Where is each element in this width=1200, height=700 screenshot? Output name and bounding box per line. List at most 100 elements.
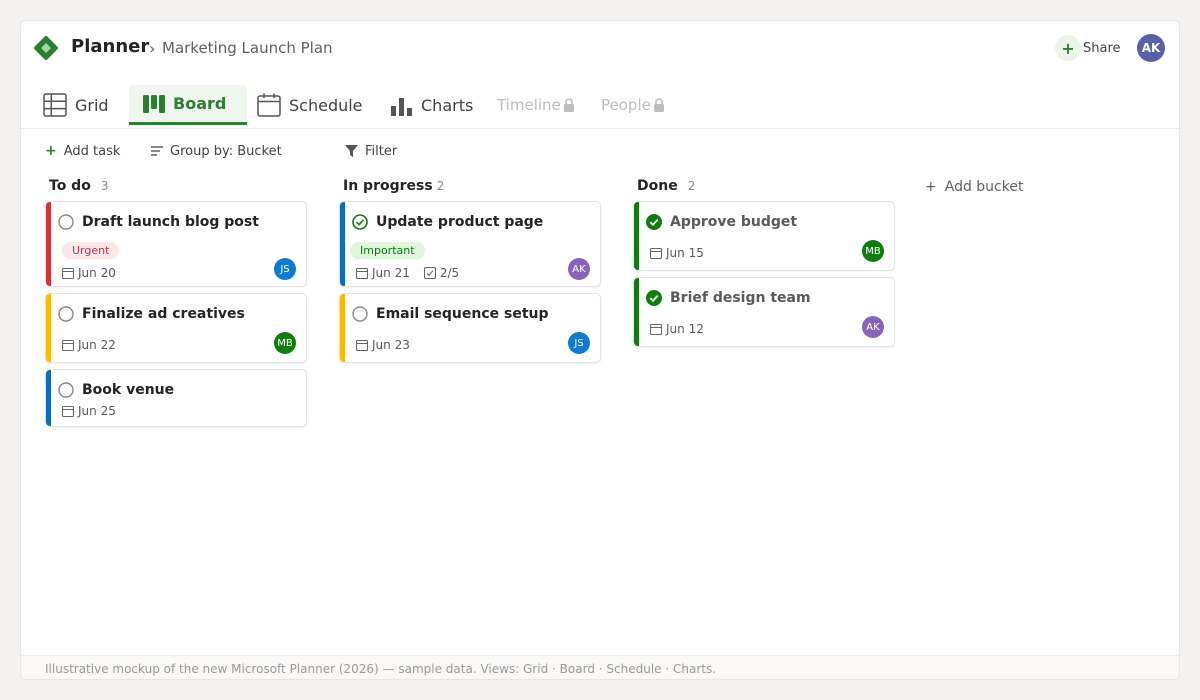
add-task-label: Add task: [63, 143, 121, 159]
planner-app: Planner › Marketing Launch Plan + Share …: [20, 20, 1180, 680]
task-card[interactable]: Draft launch blog post Urgent Jun 20 JS: [45, 201, 307, 287]
lock-icon: [653, 98, 664, 112]
task-header: Book venue: [58, 382, 174, 398]
task-card[interactable]: Update product page Important Jun 21 2/5…: [339, 201, 601, 287]
task-meta: Jun 23: [356, 338, 410, 352]
grid-icon: [43, 93, 67, 117]
planner-logo-icon: [34, 36, 58, 60]
circle-checkbox-icon[interactable]: [352, 306, 368, 322]
plus-icon: +: [1055, 35, 1081, 61]
calendar-icon: [356, 267, 368, 279]
due-date: Jun 15: [666, 246, 704, 260]
checklist-icon: [423, 267, 436, 279]
task-title: Brief design team: [670, 290, 811, 306]
task-meta: Jun 25: [62, 404, 116, 418]
due-date: Jun 25: [78, 404, 116, 418]
calendar-icon: [650, 247, 662, 259]
task-header: Approve budget: [646, 214, 797, 230]
board-icon: [143, 94, 165, 113]
task-title: Book venue: [82, 382, 175, 398]
plus-icon: +: [925, 179, 937, 195]
check-circle-outline-icon[interactable]: [352, 214, 368, 230]
footer-note: Illustrative mockup of the new Microsoft…: [21, 655, 1179, 679]
assignee-avatar[interactable]: MB: [274, 332, 296, 354]
assignee-avatar[interactable]: MB: [862, 240, 884, 262]
circle-checkbox-icon[interactable]: [58, 382, 74, 398]
priority-bar: [46, 294, 51, 362]
task-title: Update product page: [376, 214, 544, 230]
due-date: Jun 21: [372, 266, 410, 280]
check-circle-filled-icon[interactable]: [646, 290, 662, 306]
task-card[interactable]: Brief design team Jun 12 AK: [633, 277, 895, 347]
app-title: Planner: [71, 36, 150, 57]
bucket-count: 2: [687, 179, 696, 193]
assignee-avatar[interactable]: AK: [568, 258, 590, 280]
circle-checkbox-icon[interactable]: [58, 214, 74, 230]
bucket-in-progress: In progress 2 Update product page Import…: [339, 175, 603, 367]
checklist-progress: 2/5: [423, 266, 460, 280]
task-meta: Jun 12: [650, 322, 704, 336]
tab-charts[interactable]: Charts: [391, 85, 473, 125]
calendar-icon: [62, 405, 74, 417]
task-card[interactable]: Finalize ad creatives Jun 22 MB: [45, 293, 307, 363]
calendar-icon: [650, 323, 662, 335]
task-meta: Jun 21 2/5: [356, 266, 459, 280]
task-card[interactable]: Email sequence setup Jun 23 JS: [339, 293, 601, 363]
task-title: Draft launch blog post: [82, 214, 259, 230]
tab-grid-label: Grid: [75, 95, 109, 115]
assignee-avatar[interactable]: JS: [274, 258, 296, 280]
tab-schedule[interactable]: Schedule: [257, 85, 363, 125]
task-meta: Jun 15: [650, 246, 704, 260]
task-header: Draft launch blog post: [58, 214, 259, 230]
bucket-name: To do: [49, 178, 91, 194]
priority-bar: [340, 294, 345, 362]
filter-button[interactable]: Filter: [345, 141, 397, 161]
bucket-count: 2: [436, 179, 445, 193]
task-header: Update product page: [352, 214, 543, 230]
task-card[interactable]: Book venue Jun 25: [45, 369, 307, 427]
task-title: Finalize ad creatives: [82, 306, 245, 322]
add-task-button[interactable]: + Add task: [45, 141, 120, 161]
share-button[interactable]: + Share: [1055, 35, 1121, 61]
tab-board[interactable]: Board: [129, 85, 247, 125]
bucket-header: Done 2: [633, 175, 897, 197]
filter-label: Filter: [365, 143, 398, 159]
calendar-icon: [62, 339, 74, 351]
check-circle-filled-icon[interactable]: [646, 214, 662, 230]
tab-timeline: Timeline: [497, 85, 575, 125]
view-tabs: Grid Board Schedule Charts Timeline Peop…: [21, 83, 1179, 129]
group-lines-icon: [151, 146, 163, 156]
checklist-count: 2/5: [439, 266, 460, 280]
tab-schedule-label: Schedule: [289, 95, 363, 115]
user-avatar[interactable]: AK: [1137, 34, 1165, 62]
label-badge: Urgent: [62, 242, 120, 259]
share-label: Share: [1083, 40, 1121, 56]
priority-bar: [634, 202, 639, 270]
bucket-header: To do 3: [45, 175, 309, 197]
tab-charts-label: Charts: [421, 95, 474, 115]
bucket-name: In progress: [343, 178, 433, 194]
bucket-name: Done: [637, 178, 678, 194]
lock-icon: [563, 98, 574, 112]
assignee-avatar[interactable]: AK: [862, 316, 884, 338]
group-by-button[interactable]: Group by: Bucket: [151, 141, 282, 161]
task-title: Approve budget: [670, 214, 798, 230]
plus-icon: +: [45, 143, 57, 159]
priority-bar: [46, 202, 51, 286]
plan-name[interactable]: Marketing Launch Plan: [162, 39, 333, 57]
calendar-icon: [356, 339, 368, 351]
task-meta: Jun 22: [62, 338, 116, 352]
assignee-avatar[interactable]: JS: [568, 332, 590, 354]
add-bucket-button[interactable]: + Add bucket: [925, 177, 1023, 197]
due-date: Jun 12: [666, 322, 704, 336]
due-date: Jun 23: [372, 338, 410, 352]
task-card[interactable]: Approve budget Jun 15 MB: [633, 201, 895, 271]
task-meta: Jun 20: [62, 266, 116, 280]
calendar-icon: [257, 93, 281, 117]
filter-icon: [345, 145, 358, 157]
tab-grid[interactable]: Grid: [43, 85, 109, 125]
priority-bar: [340, 202, 345, 286]
breadcrumb-separator: ›: [149, 39, 156, 58]
task-header: Brief design team: [646, 290, 811, 306]
circle-checkbox-icon[interactable]: [58, 306, 74, 322]
